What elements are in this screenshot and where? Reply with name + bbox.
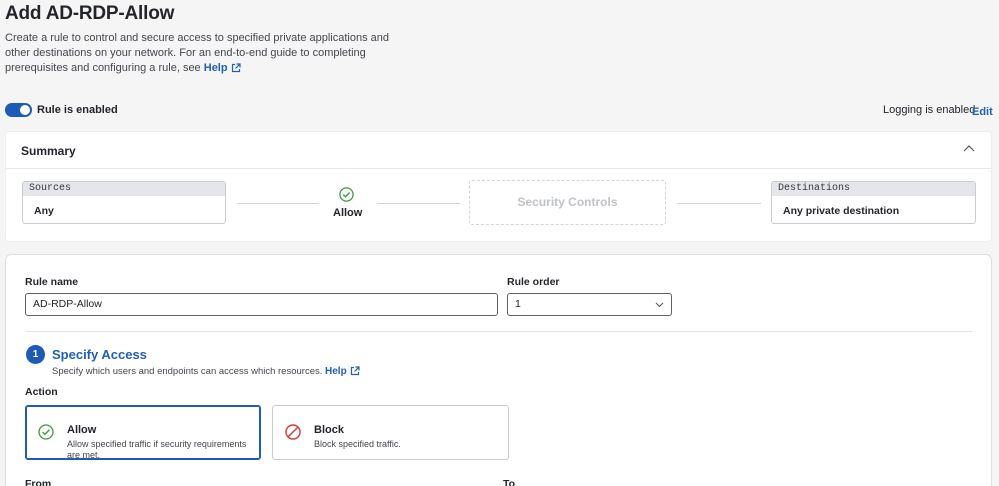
summary-action: Allow xyxy=(333,207,363,219)
rule-name-label: Rule name xyxy=(25,276,79,288)
rule-enabled-toggle[interactable] xyxy=(5,103,32,117)
external-link-icon xyxy=(231,63,241,73)
block-icon xyxy=(285,424,301,440)
action-allow-option[interactable]: Allow Allow specified traffic if securit… xyxy=(25,405,261,460)
rule-order-value: 1 xyxy=(515,298,521,310)
chevron-down-icon xyxy=(655,302,664,308)
connector-line xyxy=(377,203,460,204)
step-description: Specify which users and endpoints can ac… xyxy=(52,366,360,377)
rule-order-select[interactable]: 1 xyxy=(507,293,672,316)
rule-order-label: Rule order xyxy=(507,276,560,288)
rule-form-panel: Rule name AD-RDP-Allow Rule order 1 1 Sp… xyxy=(5,254,992,486)
external-link-icon xyxy=(350,366,360,376)
help-link[interactable]: Help xyxy=(204,62,241,74)
edit-logging-link[interactable]: Edit xyxy=(972,106,993,118)
connector-line xyxy=(677,203,761,204)
page-title: Add AD-RDP-Allow xyxy=(5,3,175,24)
destinations-value: Any private destination xyxy=(783,205,900,217)
sources-value: Any xyxy=(34,205,54,217)
step-help-label: Help xyxy=(325,366,347,377)
toggle-knob xyxy=(20,105,30,115)
step-help-link[interactable]: Help xyxy=(325,366,360,377)
description-text: Create a rule to control and secure acce… xyxy=(5,32,389,74)
logging-status: Logging is enabled xyxy=(883,104,976,116)
destinations-box: Destinations Any private destination xyxy=(771,181,976,224)
rule-name-input[interactable]: AD-RDP-Allow xyxy=(25,293,498,316)
from-label: From xyxy=(25,478,52,486)
action-block-option[interactable]: Block Block specified traffic. xyxy=(272,405,509,460)
allow-description: Allow specified traffic if security requ… xyxy=(67,439,247,460)
rule-enabled-label: Rule is enabled xyxy=(37,104,118,116)
connector-line xyxy=(237,203,319,204)
step-title: Specify Access xyxy=(52,347,147,362)
summary-panel: Summary Sources Any Allow Security Contr… xyxy=(5,131,992,242)
destinations-label: Destinations xyxy=(772,182,975,196)
step-number-badge: 1 xyxy=(26,345,45,364)
summary-header[interactable]: Summary xyxy=(6,132,991,169)
allow-title: Allow xyxy=(67,424,97,436)
summary-title: Summary xyxy=(21,144,76,158)
block-title: Block xyxy=(314,424,344,436)
check-circle-icon xyxy=(339,187,354,202)
step-description-text: Specify which users and endpoints can ac… xyxy=(52,366,323,377)
sources-box: Sources Any xyxy=(22,181,226,224)
page-description: Create a rule to control and secure acce… xyxy=(5,31,415,76)
help-link-label: Help xyxy=(203,62,228,74)
sources-label: Sources xyxy=(23,182,225,196)
section-divider xyxy=(26,331,972,332)
check-circle-icon xyxy=(38,424,54,440)
to-label: To xyxy=(503,478,516,486)
security-controls-placeholder: Security Controls xyxy=(469,180,666,225)
action-label: Action xyxy=(25,386,58,398)
chevron-up-icon[interactable] xyxy=(963,144,975,154)
block-description: Block specified traffic. xyxy=(314,439,401,449)
